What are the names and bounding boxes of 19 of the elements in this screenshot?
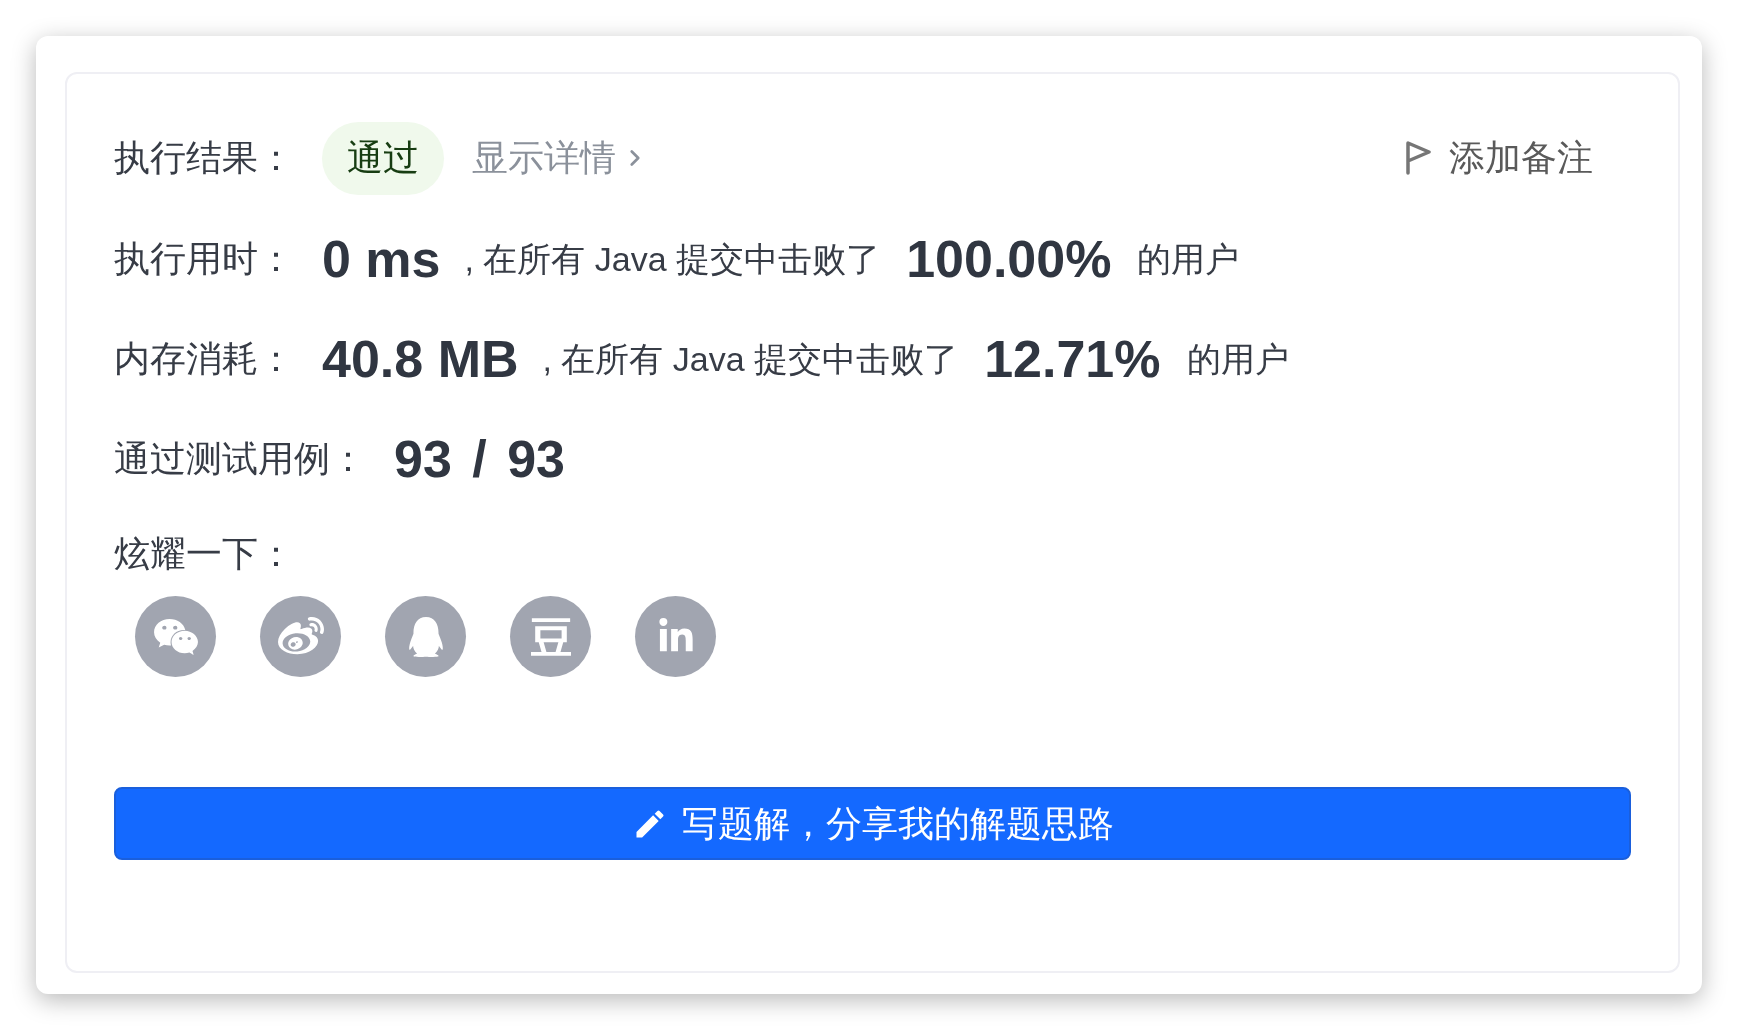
show-details-link[interactable]: 显示详情 [472, 136, 648, 180]
result-label: 执行结果： [114, 136, 294, 180]
share-label: 炫耀一下： [114, 532, 294, 576]
stat-label: 内存消耗： [114, 337, 294, 381]
users-text: 的用户 [1137, 238, 1240, 280]
add-note-button[interactable]: 添加备注 [1405, 136, 1593, 180]
write-solution-button[interactable]: 写题解，分享我的解题思路 [114, 787, 1631, 860]
percentile-value: 12.71% [984, 333, 1161, 385]
test-cases-label: 通过测试用例： [114, 437, 366, 481]
status-badge: 通过 [322, 121, 444, 195]
stat-value: 0 ms [322, 233, 441, 285]
flag-icon [1405, 141, 1431, 175]
stat-value: 40.8 MB [322, 333, 519, 385]
percentile-value: 100.00% [906, 233, 1112, 285]
test-cases-value: 93 / 93 [394, 433, 566, 485]
stat-label: 执行用时： [114, 237, 294, 281]
comparison-text: , 在所有 Java 提交中击败了 [542, 338, 959, 380]
comparison-text: , 在所有 Java 提交中击败了 [464, 238, 881, 280]
users-text: 的用户 [1186, 338, 1289, 380]
